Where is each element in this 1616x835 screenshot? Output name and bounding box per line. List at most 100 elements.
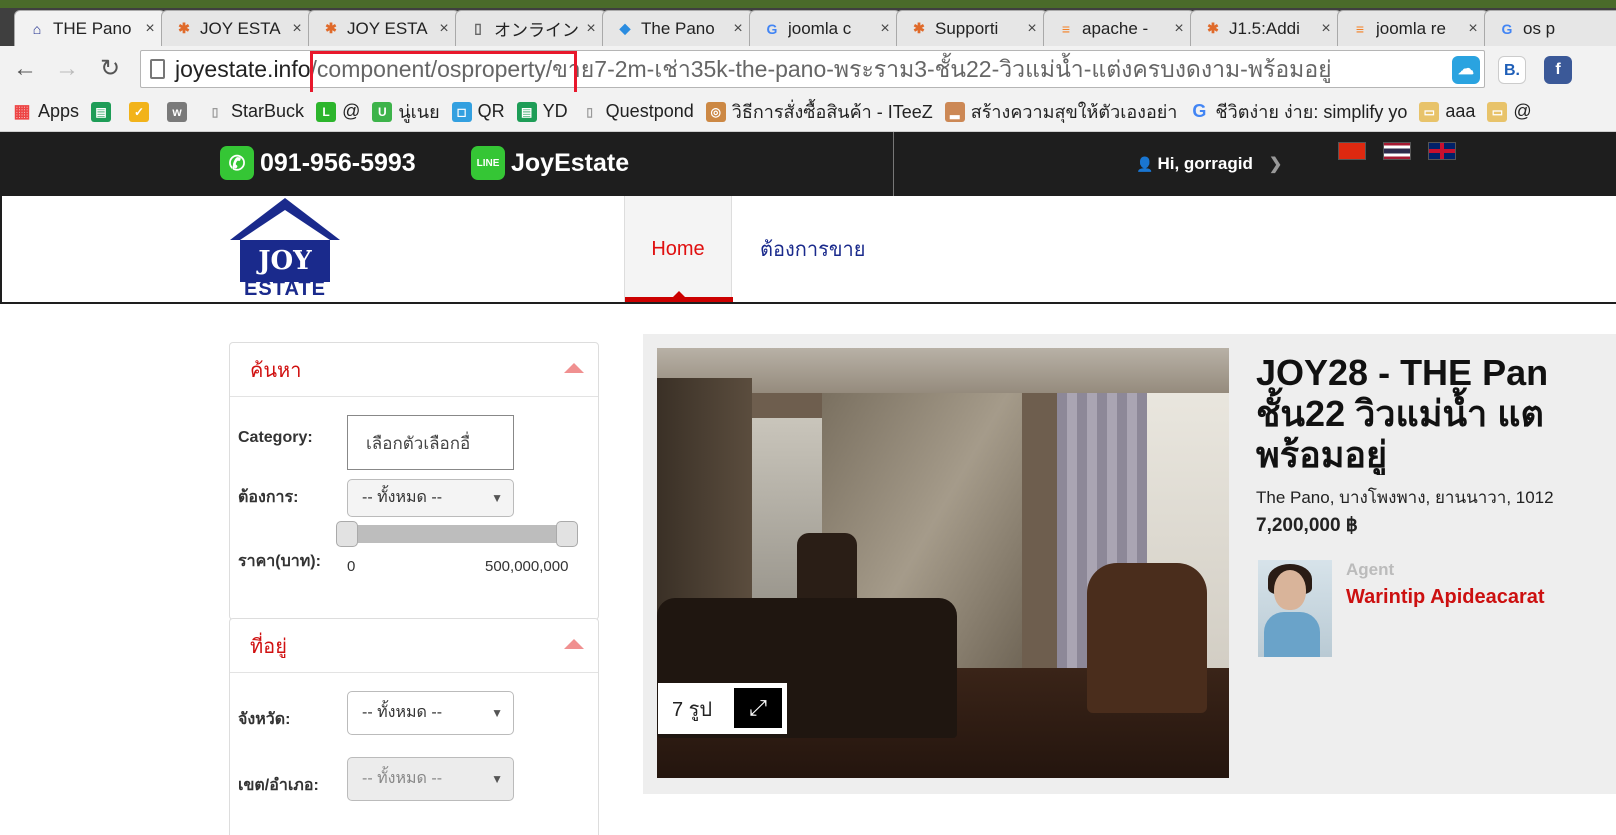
chart-icon: ▂	[944, 101, 965, 122]
browser-tab[interactable]: Gos p×	[1484, 10, 1616, 46]
search-panel-title: ค้นหา	[250, 359, 302, 382]
listing-address: The Pano, บางโพงพาง, ยานนาวา, 1012	[1256, 488, 1554, 507]
bookmarks-bar: ▦ Apps ▤ ✓ w ▯ StarBuck L @ U นู่เนย ◻ QR ▤ YD ▯ Questpo…	[0, 92, 1616, 132]
close-icon[interactable]: ×	[143, 20, 157, 38]
bookmark-item[interactable]: U นู่เนย	[372, 97, 440, 126]
nav-want-to-sell[interactable]: ต้องการขาย	[760, 196, 865, 302]
collapse-caret-icon[interactable]	[564, 363, 584, 373]
browser-tab[interactable]: ≡ joomla re ×	[1337, 10, 1489, 46]
qr-icon: ◻	[451, 101, 472, 122]
close-icon[interactable]: ×	[290, 20, 304, 38]
close-icon[interactable]: ×	[731, 20, 745, 38]
bookmark-item[interactable]: w	[167, 101, 193, 122]
tab-label: joomla c	[788, 18, 852, 38]
close-icon[interactable]: ×	[1466, 20, 1480, 38]
browser-tab[interactable]: ✱ JOY ESTA ×	[308, 10, 460, 46]
bookmark-label: Apps	[38, 101, 80, 121]
want-select-value: -- ทั้งหมด --	[362, 489, 443, 506]
bookmark-item[interactable]: G ชีวิตง่าย ง่าย: simplify yo	[1189, 97, 1407, 126]
price-max-handle[interactable]	[556, 521, 578, 547]
google-icon: G	[766, 20, 778, 37]
agent-avatar[interactable]	[1258, 560, 1332, 657]
browser-tab[interactable]: Gjoomla c ×	[749, 10, 901, 46]
price-range-slider[interactable]	[336, 521, 578, 547]
logo-text-joy: JOY	[240, 240, 330, 282]
phone-contact[interactable]: ✆ 091-956-5993	[220, 146, 416, 180]
topbar-divider	[893, 132, 894, 196]
browser-tab[interactable]: ✱ J1.5:Addi ×	[1190, 10, 1342, 46]
bookmark-item[interactable]: ▭ @	[1487, 101, 1532, 122]
photo-count-badge[interactable]: 7 รูป ⤢	[658, 683, 787, 734]
joomla-icon: ✱	[325, 20, 337, 36]
apps-grid-icon: ▦	[13, 101, 31, 121]
listing-title-line: JOY28 - THE Pan	[1256, 352, 1549, 393]
bookmark-item[interactable]: ▯ Questpond	[580, 101, 693, 122]
bookmark-item[interactable]: ▯ StarBuck	[205, 101, 304, 122]
close-icon[interactable]: ×	[878, 20, 892, 38]
page-icon: ▯	[211, 104, 219, 119]
joy-estate-icon: ⌂	[32, 20, 42, 37]
close-icon[interactable]: ×	[437, 20, 451, 38]
bookmark-item[interactable]: ▭ aaa	[1419, 101, 1475, 122]
agent-label: Agent	[1346, 560, 1395, 579]
expand-icon[interactable]: ⤢	[734, 688, 782, 728]
u-icon: U	[372, 101, 393, 122]
close-icon[interactable]: ×	[1025, 20, 1039, 38]
page-icon: ▯	[474, 20, 482, 36]
agent-name-link[interactable]: Warintip Apideacarat	[1346, 586, 1545, 609]
search-panel-header[interactable]: ค้นหา	[230, 343, 598, 397]
close-icon[interactable]: ×	[584, 20, 598, 38]
bookmark-item[interactable]: ✓	[129, 101, 155, 122]
dropdown-arrow-icon: ▼	[491, 706, 503, 720]
bookmark-item[interactable]: ◻ QR	[451, 101, 505, 122]
bookmark-item[interactable]: L @	[316, 101, 360, 122]
globe-icon: ◎	[705, 101, 726, 122]
bookmark-item[interactable]: ◎ วิธีการสั่งซื้อสินค้า - ITeeZ	[705, 97, 933, 126]
tab-label: Supporti	[935, 18, 999, 38]
collapse-caret-icon[interactable]	[564, 639, 584, 649]
location-panel-header[interactable]: ที่อยู่	[230, 619, 598, 673]
google-icon: G	[1192, 101, 1207, 121]
province-select[interactable]: -- ทั้งหมด -- ▼	[347, 691, 514, 735]
tab-label: JOY ESTA	[200, 18, 281, 38]
url-highlight-annotation	[310, 51, 577, 95]
want-select[interactable]: -- ทั้งหมด -- ▼	[347, 479, 514, 517]
wm-icon: w	[167, 101, 188, 122]
bookmark-item[interactable]: ▦ Apps	[12, 101, 79, 122]
bookmark-item[interactable]: ▤	[91, 101, 117, 122]
district-select[interactable]: -- ทั้งหมด -- ▼	[347, 757, 514, 801]
user-menu[interactable]: 👤 Hi, gorragid ❯	[1136, 154, 1282, 174]
forward-arrow-icon[interactable]: →	[52, 54, 82, 84]
line-contact[interactable]: LINE JoyEstate	[471, 146, 629, 180]
bookmark-item[interactable]: ▂ สร้างความสุขให้ตัวเองอย่า	[944, 97, 1177, 126]
price-min-handle[interactable]	[336, 521, 358, 547]
reload-icon[interactable]: ↻	[95, 54, 125, 84]
price-label: ราคา(บาท):	[238, 553, 321, 570]
folder-icon: ▭	[1487, 101, 1508, 122]
close-icon[interactable]: ×	[1319, 20, 1333, 38]
browser-tab[interactable]: ≡ apache - ×	[1043, 10, 1195, 46]
browser-tab[interactable]: ▯ オンライン ×	[455, 10, 607, 46]
extension-cloud-icon[interactable]: ☁	[1452, 56, 1480, 84]
search-panel: ค้นหา Category: เลือกตัวเลือกอื่ ต้องการ…	[229, 342, 599, 620]
browser-tab[interactable]: ◆ The Pano ×	[602, 10, 754, 46]
category-select[interactable]: เลือกตัวเลือกอื่	[347, 415, 514, 470]
tab-label: J1.5:Addi	[1229, 18, 1300, 38]
stackoverflow-icon: ≡	[1061, 20, 1071, 37]
nav-home[interactable]: Home	[624, 196, 733, 302]
browser-tab[interactable]: ✱ Supporti ×	[896, 10, 1048, 46]
site-top-bar: ✆ 091-956-5993 LINE JoyEstate 👤 Hi, gorr…	[0, 132, 1616, 196]
extension-booking-icon[interactable]: B.	[1498, 56, 1526, 84]
flag-china-icon[interactable]	[1338, 142, 1366, 160]
back-arrow-icon[interactable]: ←	[10, 54, 40, 84]
flag-thailand-icon[interactable]	[1383, 142, 1411, 160]
close-icon[interactable]: ×	[1172, 20, 1186, 38]
extension-facebook-icon[interactable]: f	[1544, 56, 1572, 84]
flag-uk-icon[interactable]	[1428, 142, 1456, 160]
bookmark-item[interactable]: ▤ YD	[516, 101, 568, 122]
browser-tab[interactable]: ⌂ THE Pano ×	[14, 10, 166, 46]
browser-tab-strip: ⌂ THE Pano × ✱ JOY ESTA × ✱ JOY ESTA × ▯ オンライン × ◆ Th…	[0, 0, 1616, 46]
joy-estate-logo[interactable]: JOY ESTATE	[230, 196, 340, 300]
phone-number: 091-956-5993	[260, 148, 416, 177]
browser-tab[interactable]: ✱ JOY ESTA ×	[161, 10, 313, 46]
